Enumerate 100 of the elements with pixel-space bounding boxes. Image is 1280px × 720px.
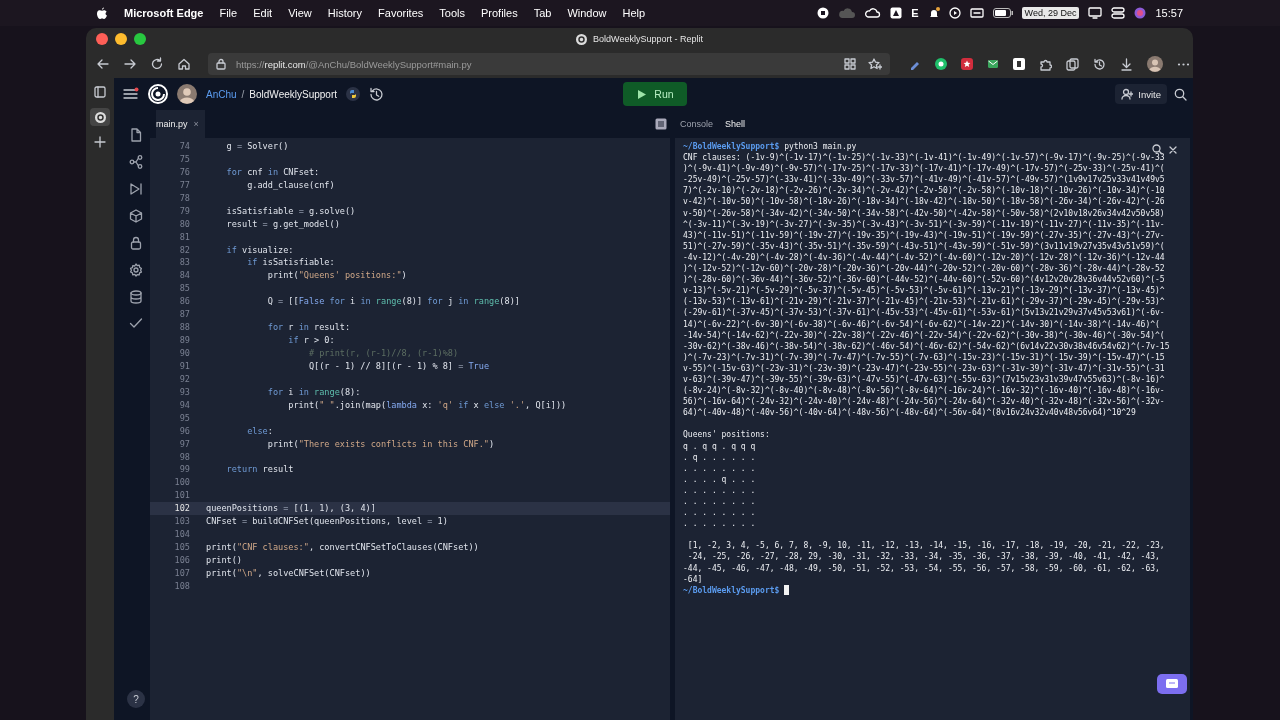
- apple-icon: [96, 6, 108, 20]
- menu-item[interactable]: Help: [622, 7, 646, 19]
- run-button[interactable]: Run: [623, 82, 687, 106]
- line-number: 108: [173, 579, 191, 593]
- line-number: 99: [178, 463, 191, 477]
- window-zoom-button[interactable]: [134, 33, 146, 45]
- line-number: 76: [178, 165, 191, 179]
- battery-icon[interactable]: [992, 8, 1013, 18]
- code-line: Q[(r - 1) // 8][(r - 1) % 8] = True: [307, 359, 491, 373]
- terminal-line: -25v-49)^(-25v-57)^(-33v-41)^(-33v-49)^(-33v-57)^(-41v-49)^(-41v-57)^(-49v-57)^(1v9v17v25v33v41v49v5: [683, 174, 1166, 186]
- package-icon[interactable]: [129, 209, 143, 223]
- search-icon[interactable]: [1174, 87, 1187, 101]
- monitor-icon[interactable]: [1088, 7, 1103, 19]
- file-icon[interactable]: [130, 128, 142, 142]
- control-center-icon[interactable]: [1111, 7, 1126, 19]
- menu-item[interactable]: Profiles: [481, 7, 518, 19]
- replit-logo-icon[interactable]: [148, 84, 168, 104]
- settings-icon[interactable]: [129, 263, 143, 277]
- lock-icon[interactable]: [130, 236, 142, 250]
- grid-icon[interactable]: [844, 58, 856, 70]
- terminal-line: -4v-12)^(-4v-20)^(-4v-28)^(-4v-36)^(-4v-44)^(-4v-52)^(-4v-60)^(-12v-20)^(-12v-28)^(-12v-36)^(-12v-44: [683, 251, 1166, 264]
- siri-icon[interactable]: [1134, 7, 1147, 19]
- terminal-line: -24, -25, -26, -27, -28, 29, -30, -31, -32, -33, -34, -35, -36, -37, -38, -39, -40, -41, -42, -43,: [686, 551, 1161, 563]
- chat-button[interactable]: [1157, 674, 1187, 694]
- database-icon[interactable]: [130, 290, 142, 304]
- line-number: 105: [173, 541, 191, 554]
- terminal-line: . q . . . . . .: [683, 451, 757, 463]
- tab-actions-icon[interactable]: [94, 86, 106, 98]
- collections-icon[interactable]: [1066, 57, 1079, 71]
- terminal-line: )^(-28v-60)^(-36v-44)^(-36v-52)^(-36v-60)^(-44v-52)^(-44v-60)^(-52v-60)^(4v12v20v28v36v44v52v60)^(-5: [683, 274, 1166, 286]
- new-tab-icon[interactable]: [94, 136, 106, 148]
- check-icon[interactable]: [129, 317, 143, 329]
- git-branch-icon[interactable]: [129, 155, 143, 169]
- menu-item[interactable]: Edit: [253, 7, 273, 19]
- close-icon[interactable]: [1168, 144, 1178, 155]
- debugger-icon[interactable]: [129, 182, 143, 196]
- status-letter[interactable]: E: [911, 7, 919, 19]
- terminal-line: )^(-9v-41)^(-9v-49)^(-9v-57)^(-17v-25)^(-17v-33)^(-17v-41)^(-17v-49)^(-17v-57)^(-25v-33)^(-25v-41)^(: [683, 163, 1166, 175]
- forward-icon[interactable]: [123, 57, 137, 71]
- menu-item[interactable]: View: [288, 7, 312, 19]
- close-button[interactable]: ×: [193, 119, 199, 129]
- window-minimize-button[interactable]: [115, 33, 127, 45]
- star-icon[interactable]: [868, 57, 882, 71]
- refresh-icon[interactable]: [150, 57, 164, 71]
- search-icon[interactable]: [1152, 144, 1163, 155]
- panel-tab[interactable]: Console: [675, 116, 719, 132]
- code-line: # print(r, (r-1)//8, (r-1)%8): [307, 347, 460, 360]
- repl-name[interactable]: BoldWeeklySupport: [249, 88, 337, 100]
- menu-item[interactable]: Favorites: [378, 7, 424, 19]
- python-icon[interactable]: [346, 87, 360, 101]
- terminal-line: (-8v-24)^(-8v-32)^(-8v-40)^(-8v-48)^(-8v-56)^(-8v-64)^(-16v-24)^(-16v-32)^(-16v-40)^(-16v-48)^(-16v-: [683, 385, 1166, 397]
- history-icon[interactable]: [1093, 57, 1106, 71]
- help-button[interactable]: ?: [127, 690, 145, 708]
- display-icon[interactable]: [969, 7, 984, 19]
- clock[interactable]: 15:57: [1155, 7, 1183, 19]
- terminal-command: python3 main.py: [784, 141, 857, 153]
- replit-logo-icon[interactable]: [94, 111, 106, 123]
- line-number: 88: [178, 321, 191, 335]
- line-number: 97: [178, 437, 191, 451]
- terminal-line: 56)^(-16v-64)^(-24v-32)^(-24v-40)^(-24v-48)^(-24v-56)^(-24v-64)^(-32v-40)^(-32v-48)^(-32v-56)^(-32v-: [683, 396, 1166, 408]
- window-close-button[interactable]: [96, 33, 108, 45]
- home-icon[interactable]: [177, 57, 191, 71]
- code-line: if visualize:: [225, 243, 295, 257]
- menu-item[interactable]: History: [327, 7, 363, 19]
- line-number: 104: [173, 528, 191, 542]
- menu-icon[interactable]: [123, 87, 139, 101]
- triangle-icon[interactable]: [890, 7, 903, 19]
- terminal-line: v-42)^(-10v-50)^(-10v-58)^(-18v-26)^(-18v-34)^(-18v-42)^(-18v-50)^(-18v-58)^(-26v-34)^(-26v-42)^(-26: [683, 196, 1166, 208]
- panel-tab[interactable]: Shell: [720, 116, 751, 132]
- menu-item[interactable]: Window: [567, 7, 607, 19]
- cloud-icon[interactable]: [865, 7, 882, 19]
- download-icon[interactable]: [1120, 57, 1133, 71]
- back-icon[interactable]: [96, 57, 110, 71]
- play-icon[interactable]: [948, 7, 961, 19]
- menu-item[interactable]: File: [219, 7, 238, 19]
- line-number: 95: [178, 411, 191, 425]
- user-avatar[interactable]: [177, 84, 197, 104]
- puzzle-icon[interactable]: [1039, 57, 1052, 71]
- code-line: print("Queens' positions:"): [266, 269, 408, 283]
- user-link[interactable]: AnChu: [206, 88, 237, 100]
- address-field[interactable]: https://replit.com/@AnChu/BoldWeeklySupport#main.py: [208, 53, 890, 75]
- invite-button[interactable]: Invite: [1115, 84, 1167, 104]
- date-display[interactable]: Wed, 29 Dec: [1021, 7, 1080, 19]
- extension-icon[interactable]: [961, 58, 973, 70]
- prompt-path: ~/BoldWeeklySupport$: [683, 584, 780, 596]
- mail-icon[interactable]: [987, 58, 999, 70]
- code-line: g = Solver(): [225, 140, 290, 153]
- panel-icon[interactable]: [655, 118, 667, 130]
- file-tab[interactable]: main.py ×: [156, 110, 205, 138]
- tab-title[interactable]: BoldWeeklySupport - Replit: [593, 34, 703, 44]
- profile-avatar[interactable]: [1147, 56, 1163, 72]
- history-icon[interactable]: [369, 86, 384, 102]
- menu-item[interactable]: Tools: [439, 7, 465, 19]
- extension-icon[interactable]: [1013, 58, 1025, 70]
- terminal-line: )^(-12v-52)^(-12v-60)^(-20v-28)^(-20v-36)^(-20v-44)^(-20v-52)^(-20v-60)^(-28v-36)^(-28v-44)^(-28v-52: [683, 263, 1166, 275]
- menu-item[interactable]: Tab: [533, 7, 552, 19]
- record-icon[interactable]: [817, 7, 830, 19]
- extension-icon[interactable]: [935, 58, 947, 70]
- line-number: 100: [173, 476, 191, 490]
- app-name[interactable]: Microsoft Edge: [124, 7, 204, 19]
